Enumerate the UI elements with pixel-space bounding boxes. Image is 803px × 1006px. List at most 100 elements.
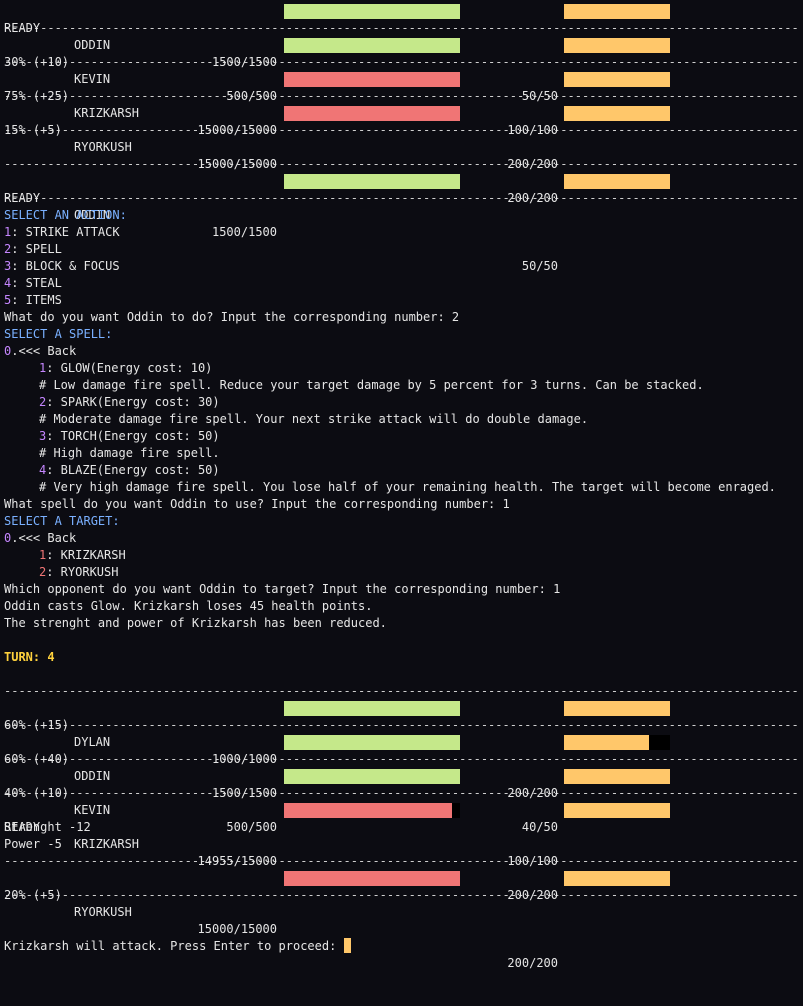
spell-option[interactable]: 1: GLOW(Energy cost: 10)	[4, 360, 799, 377]
energy-bar-fill	[564, 871, 670, 886]
turn-counter: TURN: 4	[4, 650, 55, 664]
hp-bar-fill	[284, 174, 460, 189]
energy-bar	[564, 174, 670, 189]
energy-bar-fill	[564, 72, 670, 87]
energy-bar	[564, 72, 670, 87]
option-label: : SPARK(Energy cost: 30)	[46, 395, 220, 409]
separator-line: ----------------------------------------…	[4, 55, 799, 69]
hp-bar	[284, 174, 460, 189]
back-option[interactable]: 0.<<< Back	[4, 530, 799, 547]
separator-line: ----------------------------------------…	[4, 191, 799, 205]
spell-description: # Very high damage fire spell. You lose …	[39, 480, 776, 494]
energy-bar-fill	[564, 735, 649, 750]
action-option[interactable]: 2: SPELL	[4, 241, 799, 258]
action-prompt: What do you want Oddin to do? Input the …	[4, 310, 460, 324]
option-label: : TORCH(Energy cost: 50)	[46, 429, 220, 443]
spell-option[interactable]: 4: BLAZE(Energy cost: 50)	[4, 462, 799, 479]
hp-bar	[284, 106, 460, 121]
option-label: : GLOW(Energy cost: 10)	[46, 361, 213, 375]
hp-bar-fill	[284, 769, 460, 784]
hp-bar-fill	[284, 72, 460, 87]
energy-bar-fill	[564, 769, 670, 784]
hp-value: 1500/1500	[211, 55, 277, 69]
separator-line: ----------------------------------------…	[4, 888, 799, 902]
option-label: : ITEMS	[11, 293, 62, 307]
target-menu-header: SELECT A TARGET:	[4, 514, 120, 528]
target-option[interactable]: 1: KRIZKARSH	[4, 547, 799, 564]
energy-value: 200/200	[507, 956, 558, 970]
separator-line: ----------------------------------------…	[4, 718, 799, 732]
hp-bar	[284, 735, 460, 750]
action-option[interactable]: 1: STRIKE ATTACK	[4, 224, 799, 241]
turn-meter: 60% (+40)	[4, 752, 70, 766]
text-cursor[interactable]	[343, 938, 351, 953]
active-combatant-row: READY ODDIN 1500/1500 50/50	[4, 173, 799, 273]
hp-bar-fill	[284, 106, 460, 121]
option-label: : BLOCK & FOCUS	[11, 259, 120, 273]
status-effect: Power -5	[4, 837, 62, 851]
turn-meter: 15% (+5)	[4, 123, 62, 137]
hp-bar	[284, 38, 460, 53]
status-row: 30% (+10) KEVIN 500/500 100/100	[4, 37, 799, 137]
hp-bar-fill	[284, 871, 460, 886]
bottom-status-block: 60% (+15) DYLAN 1000/1000 200/200 ------…	[4, 700, 799, 970]
energy-bar-fill	[564, 38, 670, 53]
action-option[interactable]: 4: STEAL	[4, 275, 799, 292]
back-option[interactable]: 0.<<< Back	[4, 343, 799, 360]
separator-line: ----------------------------------------…	[4, 684, 799, 698]
hp-value: 1000/1000	[211, 752, 277, 766]
hp-value: 500/500	[226, 89, 277, 103]
status-row: 60% (+15) DYLAN 1000/1000 200/200	[4, 700, 799, 800]
hp-value: 15000/15000	[197, 123, 277, 137]
energy-value: 200/200	[507, 888, 558, 902]
proceed-prompt: Krizkarsh will attack. Press Enter to pr…	[4, 939, 344, 953]
terminal-output: READY ODDIN 1500/1500 50/50 ------------…	[4, 3, 799, 970]
energy-bar	[564, 4, 670, 19]
status-row: 15% (+5) RYORKUSH 15000/15000 200/200	[4, 105, 799, 205]
target-option[interactable]: 2: RYORKUSH	[4, 564, 799, 581]
terminal-window: { "separator": "------------------------…	[0, 0, 803, 974]
turn-meter: READY	[4, 21, 41, 35]
hp-bar	[284, 72, 460, 87]
status-row: 75% (+25) KRIZKARSH 15000/15000 200/200	[4, 71, 799, 171]
spell-prompt: What spell do you want Oddin to use? Inp…	[4, 497, 510, 511]
hp-bar-fill	[284, 803, 453, 818]
hp-bar	[284, 769, 460, 784]
action-option[interactable]: 5: ITEMS	[4, 292, 799, 309]
spell-option[interactable]: 3: TORCH(Energy cost: 50)	[4, 428, 799, 445]
spell-description: # High damage fire spell.	[39, 446, 220, 460]
energy-value: 200/200	[507, 157, 558, 171]
hp-bar	[284, 4, 460, 19]
command-input-line[interactable]: Krizkarsh will attack. Press Enter to pr…	[4, 938, 799, 955]
hp-value: 15000/15000	[197, 157, 277, 171]
separator-line: ----------------------------------------…	[4, 854, 799, 868]
hp-bar-fill	[284, 38, 460, 53]
option-label: : RYORKUSH	[46, 565, 119, 579]
combat-log-line: Oddin casts Glow. Krizkarsh loses 45 hea…	[4, 599, 373, 613]
separator-line: ----------------------------------------…	[4, 752, 799, 766]
spell-option[interactable]: 2: SPARK(Energy cost: 30)	[4, 394, 799, 411]
separator-line: ----------------------------------------…	[4, 21, 799, 35]
hp-bar	[284, 803, 460, 818]
hp-bar-fill	[284, 4, 460, 19]
status-row: 20% (+5) RYORKUSH 15000/15000 200/200	[4, 870, 799, 970]
energy-bar	[564, 871, 670, 886]
action-option[interactable]: 3: BLOCK & FOCUS	[4, 258, 799, 275]
combat-log-line: The strenght and power of Krizkarsh has …	[4, 616, 387, 630]
energy-bar-fill	[564, 106, 670, 121]
energy-value: 200/200	[507, 786, 558, 800]
separator-line: ----------------------------------------…	[4, 157, 799, 171]
energy-bar-fill	[564, 4, 670, 19]
option-label: .<<< Back	[11, 531, 77, 545]
option-label: : BLAZE(Energy cost: 50)	[46, 463, 220, 477]
option-label: : STRIKE ATTACK	[11, 225, 120, 239]
action-menu-header: SELECT AN ACTION:	[4, 208, 127, 222]
energy-bar	[564, 803, 670, 818]
hp-bar-fill	[284, 735, 460, 750]
status-row: 40% (+10) KEVIN 500/500 100/100	[4, 768, 799, 868]
hp-bar	[284, 701, 460, 716]
